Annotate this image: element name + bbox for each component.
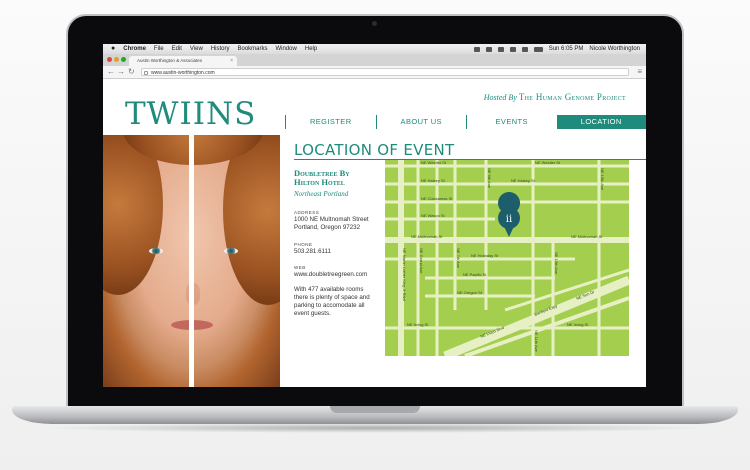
- hosted-by: Hosted By The Human Genome Project: [484, 92, 626, 102]
- menu-history[interactable]: History: [211, 44, 230, 54]
- venue-area: Northeast Portland: [294, 190, 349, 198]
- page-title: LOCATION OF EVENT: [294, 141, 455, 159]
- phone-value[interactable]: 503.281.6111: [294, 248, 374, 256]
- laptop-screen: ● Chrome File Edit View History Bookmark…: [103, 44, 646, 387]
- laptop-shadow: [40, 423, 710, 433]
- svg-text:NE Oregon St: NE Oregon St: [457, 290, 483, 295]
- svg-text:NE Weidler St: NE Weidler St: [535, 160, 561, 165]
- camera: [372, 21, 377, 26]
- web-page: TWIINS Hosted By The Human Genome Projec…: [103, 79, 646, 387]
- eye-left: [149, 248, 163, 254]
- svg-text:NE 13th Ave: NE 13th Ave: [554, 252, 559, 275]
- menu-chrome[interactable]: Chrome: [123, 44, 146, 54]
- nav-register[interactable]: REGISTER: [285, 115, 376, 129]
- svg-text:NE Irving St: NE Irving St: [407, 322, 429, 327]
- svg-text:NE Holladay St: NE Holladay St: [471, 253, 499, 258]
- hosted-by-prefix: Hosted By: [483, 93, 517, 102]
- minimize-window-icon[interactable]: [114, 57, 119, 62]
- dropbox-icon[interactable]: [473, 46, 480, 52]
- hero-photo: [103, 135, 280, 387]
- volume-icon[interactable]: [521, 46, 528, 52]
- menubar-clock[interactable]: Sun 6:05 PM: [549, 44, 584, 54]
- svg-text:NE 9th Ave: NE 9th Ave: [487, 168, 492, 189]
- hair-right: [223, 135, 280, 305]
- browser-tab[interactable]: Austin Worthington & Associates ×: [129, 56, 237, 66]
- browser-tabbar: Austin Worthington & Associates ×: [103, 54, 646, 66]
- svg-text:NE Weidler St: NE Weidler St: [421, 160, 447, 165]
- back-icon[interactable]: ←: [107, 67, 115, 77]
- svg-text:NE Halsey St: NE Halsey St: [511, 178, 536, 183]
- reload-icon[interactable]: ↻: [128, 67, 135, 77]
- svg-text:NE Multnomah St: NE Multnomah St: [571, 234, 603, 239]
- address-line1: 1000 NE Multnomah Street: [294, 216, 369, 223]
- svg-text:NE Clackamas St: NE Clackamas St: [421, 196, 453, 201]
- nav-location[interactable]: LOCATION: [556, 115, 646, 129]
- svg-text:NE Grand Ave: NE Grand Ave: [419, 248, 424, 274]
- map-pin-icon: ii: [498, 192, 521, 237]
- hosted-by-org: The Human Genome Project: [518, 92, 626, 102]
- nav-events[interactable]: EVENTS: [466, 115, 557, 129]
- address-label: ADDRESS: [294, 210, 320, 215]
- menubar-status: Sun 6:05 PM Nicole Worthington: [473, 44, 640, 54]
- wifi-icon[interactable]: [509, 46, 516, 52]
- address-line2: Portland, Oregon 97232: [294, 224, 361, 231]
- address-bar[interactable]: www.austin-worthington.com: [141, 68, 629, 76]
- zoom-window-icon[interactable]: [121, 57, 126, 62]
- mac-menubar: ● Chrome File Edit View History Bookmark…: [103, 44, 646, 54]
- laptop-base-notch: [330, 406, 420, 413]
- map-canvas: NE Weidler St NE Weidler St NE Halsey St…: [385, 160, 629, 356]
- svg-text:NE Irving St: NE Irving St: [567, 322, 589, 327]
- nav-about-us[interactable]: ABOUT US: [375, 115, 467, 129]
- menu-view[interactable]: View: [190, 44, 203, 54]
- menu-edit[interactable]: Edit: [172, 44, 182, 54]
- browser-menu-icon[interactable]: ≡: [637, 66, 642, 78]
- svg-text:NE Multnomah St: NE Multnomah St: [411, 234, 443, 239]
- venue-name: Doubletree By Hilton Hotel: [294, 168, 350, 187]
- menu-window[interactable]: Window: [276, 44, 297, 54]
- site-nav: REGISTER ABOUT US EVENTS LOCATION: [285, 115, 646, 129]
- phone-label: PHONE: [294, 242, 313, 247]
- tab-close-icon[interactable]: ×: [230, 56, 233, 66]
- display-icon[interactable]: [485, 46, 492, 52]
- svg-text:NE Martin Luther King Jr Blvd: NE Martin Luther King Jr Blvd: [402, 248, 407, 301]
- web-link[interactable]: www.doubletreegreen.com: [294, 271, 374, 279]
- menu-help[interactable]: Help: [305, 44, 317, 54]
- battery-icon[interactable]: [533, 46, 543, 52]
- svg-text:NE 11th Ave: NE 11th Ave: [534, 330, 539, 353]
- svg-text:NE 15th Ave: NE 15th Ave: [600, 168, 605, 191]
- forward-icon[interactable]: →: [117, 67, 125, 77]
- site-logo[interactable]: TWIINS: [125, 97, 256, 131]
- address-bar-url: www.austin-worthington.com: [151, 70, 215, 76]
- apple-menu-icon[interactable]: ●: [111, 44, 115, 54]
- close-window-icon[interactable]: [107, 57, 112, 62]
- svg-text:NE Wasco St: NE Wasco St: [421, 213, 446, 218]
- menubar-user[interactable]: Nicole Worthington: [589, 44, 640, 54]
- svg-text:NE Halsey St: NE Halsey St: [421, 178, 446, 183]
- menu-bookmarks[interactable]: Bookmarks: [238, 44, 268, 54]
- browser-toolbar: ← → ↻ www.austin-worthington.com ≡: [103, 66, 646, 79]
- svg-text:ii: ii: [506, 214, 512, 225]
- hero-divider: [189, 135, 194, 387]
- eye-right: [224, 248, 238, 254]
- svg-text:NE 7th Ave: NE 7th Ave: [456, 248, 461, 269]
- menu-file[interactable]: File: [154, 44, 164, 54]
- web-label: WEB: [294, 265, 306, 270]
- venue-description: With 477 available rooms there is plenty…: [294, 286, 370, 317]
- svg-text:NE Pacific St: NE Pacific St: [463, 272, 487, 277]
- location-map[interactable]: NE Weidler St NE Weidler St NE Halsey St…: [385, 160, 629, 356]
- tab-title: Austin Worthington & Associates: [137, 58, 202, 63]
- page-icon: [144, 71, 148, 75]
- bluetooth-icon[interactable]: [497, 46, 504, 52]
